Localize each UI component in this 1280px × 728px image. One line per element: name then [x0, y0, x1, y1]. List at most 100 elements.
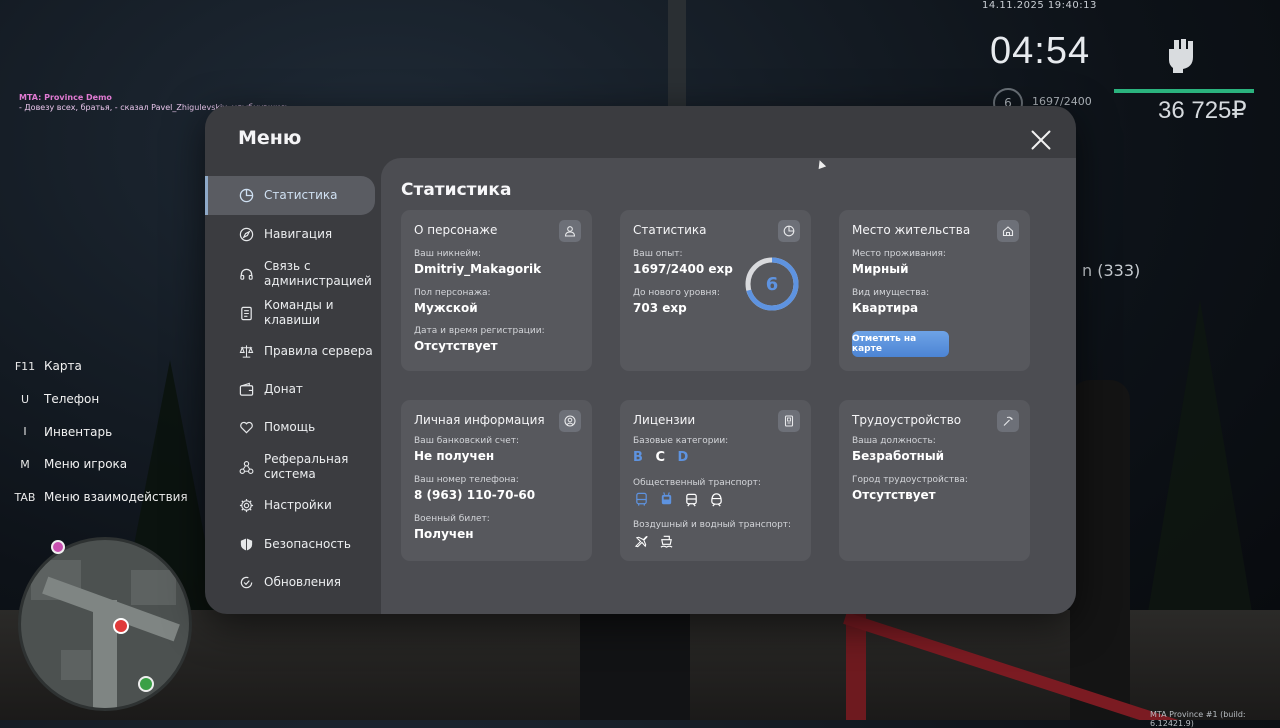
card-title: О персонаже [414, 223, 498, 237]
personal-info-card: Личная информация Ваш банковский счет: Н… [401, 400, 592, 561]
fist-weapon-icon [1169, 39, 1193, 73]
hotkey-key: M [20, 457, 30, 471]
pie-chart-icon [238, 188, 254, 204]
license-categories: B C D [633, 450, 696, 465]
page-title: Статистика [401, 180, 512, 200]
health-bar [1114, 89, 1254, 93]
trolleybus-icon [658, 491, 674, 507]
employment-city-value: Отсутствует [852, 488, 936, 502]
residence-card: Место жительства Место проживания: Мирны… [839, 210, 1030, 371]
minimap[interactable] [18, 537, 192, 711]
close-button[interactable] [1028, 127, 1054, 153]
chat-source: MTA: Province Demo [19, 93, 112, 102]
hud-clock: 04:54 [990, 30, 1091, 72]
sidebar-item-security[interactable]: Безопасность [205, 532, 375, 556]
air-water-transport-label: Воздушный и водный транспорт: [633, 520, 792, 530]
hotkey-map[interactable]: F11 Карта [10, 350, 188, 383]
sidebar-item-statistics[interactable]: Статистика [205, 176, 375, 215]
house-icon [997, 220, 1019, 242]
map-blip-icon [51, 540, 65, 554]
hotkey-label: Меню игрока [44, 457, 128, 472]
exp-label: Ваш опыт: [633, 249, 683, 259]
position-label: Ваша должность: [852, 436, 936, 446]
menu-title: Меню [238, 127, 302, 149]
hotkey-list: F11 Карта U Телефон I Инвентарь M Меню игрок… [10, 350, 188, 513]
employment-card: Трудоустройство Ваша должность: Безработ… [839, 400, 1030, 561]
gender-label: Пол персонажа: [414, 288, 491, 298]
sidebar-item-contact-admin[interactable]: Связь с администрацией [205, 256, 375, 290]
sidebar-item-label: Связь с администрацией [264, 259, 372, 288]
sidebar-item-label: Настройки [264, 498, 332, 512]
license-category-c: C [655, 450, 665, 465]
nametag-text: n (333) [1082, 261, 1141, 280]
nickname-value: Dmitriy_Makagorik [414, 262, 542, 276]
base-categories-label: Базовые категории: [633, 436, 729, 446]
sidebar-item-commands[interactable]: Команды и клавиши [205, 295, 375, 329]
card-title: Место жительства [852, 223, 971, 237]
map-blip-icon [138, 676, 154, 692]
sidebar-item-help[interactable]: Помощь [205, 415, 375, 439]
gender-value: Мужской [414, 301, 478, 315]
license-category-d: D [677, 450, 689, 465]
registration-value: Отсутствует [414, 339, 498, 353]
phone-label: Ваш номер телефона: [414, 475, 519, 485]
card-title: Личная информация [414, 413, 545, 427]
character-figure [580, 612, 690, 720]
sidebar-item-updates[interactable]: Обновления [205, 570, 375, 594]
hotkey-key: F11 [14, 359, 36, 373]
license-category-b: B [633, 450, 643, 465]
hotkey-label: Телефон [44, 392, 100, 407]
bus-icon [633, 491, 649, 507]
sidebar-item-navigation[interactable]: Навигация [205, 222, 375, 246]
next-level-value: 703 exp [633, 301, 687, 315]
level-number: 6 [765, 273, 779, 295]
mark-on-map-button[interactable]: Отметить на карте [852, 331, 949, 357]
map-block [61, 650, 91, 680]
gear-icon [238, 497, 254, 513]
hotkey-interaction-menu[interactable]: TAB Меню взаимодействия [10, 481, 188, 514]
plane-icon [633, 533, 649, 549]
refresh-check-icon [238, 574, 254, 590]
hotkey-label: Инвентарь [44, 424, 113, 439]
hotkey-phone[interactable]: U Телефон [10, 383, 188, 416]
bank-account-label: Ваш банковский счет: [414, 436, 520, 446]
player-menu-window: Меню Статистика Навигация Связь с админи… [205, 106, 1076, 614]
hotkey-label: Карта [44, 359, 82, 374]
pickaxe-icon [997, 410, 1019, 432]
tram-icon [683, 491, 699, 507]
sidebar-item-rules[interactable]: Правила сервера [205, 339, 375, 363]
npc-figure [1070, 380, 1130, 720]
sidebar-item-referral[interactable]: Реферальная система [205, 449, 375, 483]
pie-chart-icon [778, 220, 800, 242]
position-value: Безработный [852, 449, 945, 463]
air-water-transport-icons [633, 533, 674, 549]
headset-icon [238, 266, 254, 282]
user-circle-icon [559, 410, 581, 432]
hotkey-player-menu[interactable]: M Меню игрока [10, 448, 188, 481]
sidebar-item-label: Обновления [264, 575, 342, 589]
people-network-icon [238, 459, 254, 475]
property-type-label: Вид имущества: [852, 288, 930, 298]
hotkey-key: U [20, 392, 30, 406]
boat-icon [658, 533, 674, 549]
card-title: Статистика [633, 223, 707, 237]
card-title: Трудоустройство [852, 413, 962, 427]
stats-card: Статистика Ваш опыт: 1697/2400 exp До но… [620, 210, 811, 371]
sidebar-item-settings[interactable]: Настройки [205, 493, 375, 517]
employment-city-label: Город трудоустройства: [852, 475, 968, 485]
sidebar-item-label: Помощь [264, 420, 316, 434]
exp-value: 1697/2400 exp [633, 262, 733, 276]
hotkey-inventory[interactable]: I Инвентарь [10, 415, 188, 448]
next-level-label: До нового уровня: [633, 288, 720, 298]
map-block [131, 570, 176, 605]
sidebar-item-donate[interactable]: Донат [205, 377, 375, 401]
sidebar-item-label: Донат [264, 382, 303, 396]
hotkey-key: TAB [14, 490, 36, 504]
metro-icon [708, 491, 724, 507]
map-road [93, 600, 117, 708]
phone-value: 8 (963) 110-70-60 [414, 488, 536, 502]
hotkey-key: I [23, 425, 27, 439]
nickname-label: Ваш никнейм: [414, 249, 482, 259]
compass-icon [238, 226, 254, 242]
place-value: Мирный [852, 262, 909, 276]
